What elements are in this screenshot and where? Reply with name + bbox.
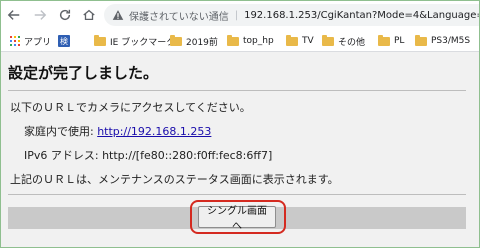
bookmark-label: PS3/M5S [431,36,471,46]
folder-icon [170,34,182,46]
divider [8,90,466,91]
kanji-badge-icon: 検 [58,35,70,47]
bookmark-ps3[interactable]: PS3/M5S [415,34,470,48]
bookmark-kanji[interactable]: 検 [58,34,70,48]
maintenance-note: 上記のＵＲＬは、メンテナンスのステータス画面に表示されます。 [10,173,339,186]
bookmark-label: アプリ [24,37,52,48]
bookmark-other[interactable]: その他 [322,34,365,48]
forward-arrow-icon [34,10,47,20]
home-button[interactable] [79,5,99,25]
back-arrow-icon [7,10,20,20]
bookmark-label: IE ブックマーク [110,37,176,48]
omnibox-separator: | [234,9,239,21]
bookmark-pl[interactable]: PL [378,34,404,48]
bookmark-label: 2019前 [186,37,218,48]
bookmark-top-hp[interactable]: top_hp [227,34,274,48]
home-icon [83,9,95,21]
bookmark-label: top_hp [243,36,274,46]
intro-text: 以下のＵＲＬでカメラにアクセスしてください。 [10,101,251,114]
url-omnibox[interactable]: 保護されていない通信 | 192.168.1.253/CgiKantan?Mod… [104,4,480,26]
page-title: 設定が完了しました。 [8,64,159,82]
bookmark-tv[interactable]: TV [286,34,314,48]
folder-icon [378,34,390,46]
page-content: 設定が完了しました。 以下のＵＲＬでカメラにアクセスしてください。 家庭内で使用… [0,52,480,248]
reload-icon [59,9,71,21]
back-button[interactable] [4,5,24,25]
bookmark-apps[interactable]: アプリ [10,34,51,48]
divider [8,194,466,195]
highlight-ring [190,200,286,234]
bookmark-label: その他 [338,37,366,48]
warning-triangle-icon [112,10,124,20]
security-status-label[interactable]: 保護されていない通信 [129,8,229,23]
url-text[interactable]: 192.168.1.253/CgiKantan?Mode=4&Language=… [244,10,480,21]
address-bar-row: 保護されていない通信 | 192.168.1.253/CgiKantan?Mod… [0,0,480,30]
folder-icon [94,34,106,46]
bookmark-label: TV [302,36,314,46]
home-url-link[interactable]: http://192.168.1.253 [97,125,211,138]
forward-button[interactable] [30,5,50,25]
home-url-line: 家庭内で使用: http://192.168.1.253 [24,123,211,139]
reload-button[interactable] [55,5,75,25]
bookmark-ie[interactable]: IE ブックマーク [94,34,175,48]
ipv6-address-text: IPv6 アドレス: http://[fe80::280:f0ff:fec8:6… [24,149,273,162]
folder-icon [415,34,427,46]
bookmark-2019[interactable]: 2019前 [170,34,218,48]
apps-grid-icon [10,36,20,46]
folder-icon [322,34,334,46]
home-url-label: 家庭内で使用: [24,125,98,138]
folder-icon [227,34,239,46]
folder-icon [286,34,298,46]
bookmarks-bar: アプリ 検 IE ブックマーク 2019前 top_hp TV その他 PL P… [0,30,480,52]
bookmark-label: PL [394,36,405,46]
